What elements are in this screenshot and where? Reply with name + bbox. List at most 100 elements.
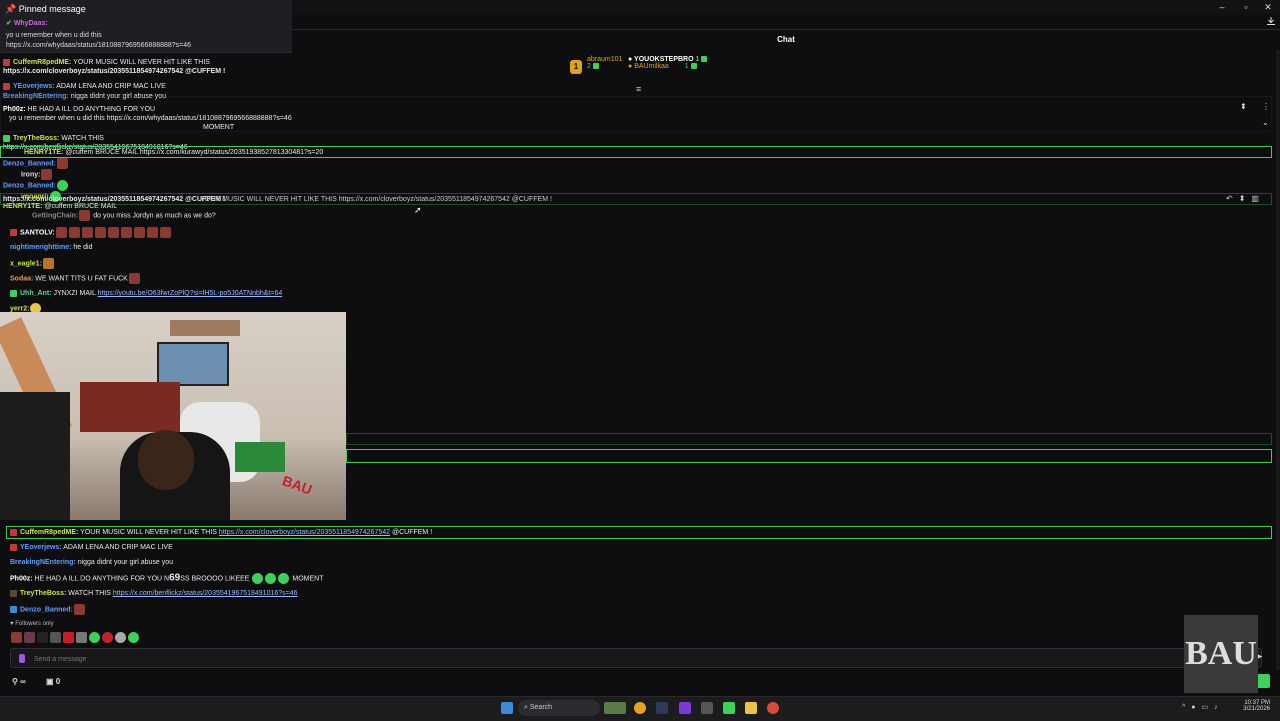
leaderboard-first[interactable]: abraum101 2 [587,56,622,70]
chat-line: TreyTheBoss: WATCH THIS https://x.com/be… [10,589,910,598]
webcam-overlay: BAU [0,312,346,520]
emote-button[interactable] [11,632,22,643]
app-icon[interactable] [701,702,713,714]
chat-username[interactable]: Uhh_Ant: [20,290,52,297]
volume-icon[interactable]: ♪ [1214,704,1224,711]
chat-username[interactable]: GettingChain: [32,212,78,219]
emote-button[interactable] [37,632,48,643]
chat-text: he did [73,244,93,251]
chat-link[interactable]: https://x.com/cloverboyz/status/20355118… [219,529,390,536]
leaderboard-mid[interactable]: ● YOUOKSTEPBRO 1 ● BAUmilkaa 1 [628,56,708,70]
chrome-icon[interactable] [634,702,646,714]
emote [55,227,67,238]
tv-screen [157,342,229,386]
chat-text: JYNXZI MAIL [53,290,96,297]
emote-button[interactable] [128,632,139,643]
emote-button[interactable] [115,632,126,643]
chat-username[interactable]: nightimerighttime: [10,244,71,251]
emote [94,227,106,238]
chat-username[interactable]: Denzo_Banned: [3,182,56,189]
chat-text[interactable]: https://x.com/cloverboyz/status/20355118… [3,196,225,203]
chat-username[interactable]: Denzo_Banned: [20,606,73,613]
chat-text: ADAM LENA AND CRIP MAC LIVE [63,544,173,551]
chat-button[interactable] [1256,674,1270,688]
emote-button[interactable] [50,632,61,643]
chat-username[interactable]: YEoverjews: [13,83,55,90]
chat-username[interactable]: TreyTheBoss: [20,590,66,597]
file-explorer-icon[interactable] [745,702,757,714]
pin-icon: 📌 [5,4,17,14]
viewers-display[interactable]: ▣ 0 [46,677,60,686]
discord-icon[interactable] [679,702,691,714]
chevron-up-icon[interactable]: ^ [1182,704,1191,711]
chat-line: TreyTheBoss: WATCH THIS [3,134,563,143]
emote-button[interactable] [63,632,74,643]
left-chair [0,392,70,520]
kick-icon[interactable] [723,702,735,714]
network-icon[interactable]: ▭ [1202,704,1215,711]
start-icon[interactable] [501,702,513,714]
chat-line: https://x.com/cloverboyz/status/20355118… [3,67,563,76]
chat-username[interactable]: HENRY1TE: [24,149,63,156]
chat-username[interactable]: Denzo_Banned: [3,160,56,167]
leader-row[interactable]: ● YOUOKSTEPBRO 1 [628,56,708,63]
reply-preview[interactable]: YOUR MUSIC WILL NEVER HIT LIKE THIS http… [200,195,552,204]
pinned-link[interactable]: https://x.com/whydaas/status/18108879695… [6,41,286,51]
chat-username[interactable]: Ph00z: [10,575,33,582]
taskbar-search[interactable]: ⌕ Search [518,700,600,716]
chat-username[interactable]: BreakingNEntering: [10,559,76,566]
chat-scrollbar[interactable] [1276,50,1280,670]
download-icon[interactable] [1266,16,1276,26]
chat-username[interactable]: x_eagle1: [10,260,42,267]
search-highlight-icon[interactable] [604,702,626,714]
points-display[interactable]: ⚲ ∞ [12,677,26,686]
leader-row[interactable]: ● BAUmilkaa 1 [628,63,707,70]
filter-icon[interactable]: ≡ [636,84,641,94]
badge-icon [10,229,17,236]
emote-picker-icon[interactable] [19,654,25,663]
chat-line: GettingChain: do you miss Jordyn as much… [32,210,410,221]
steam-icon[interactable] [656,702,668,714]
message-actions[interactable]: ↶⬍▥ [1226,194,1265,203]
send-message-input[interactable] [32,651,1136,667]
close-button[interactable]: ✕ [1258,1,1278,13]
reply-icon[interactable]: ↶ [1226,194,1239,203]
chat-text[interactable]: https://x.com/cloverboyz/status/20355118… [3,68,225,75]
chat-link[interactable]: https://x.com/benflickz/status/203554196… [113,590,298,597]
browser-icon[interactable] [767,702,779,714]
chat-username[interactable]: CuffemR8pedME: [20,529,78,536]
emote-button[interactable] [24,632,35,643]
clock[interactable]: 10:37 PM 3/21/2026 [1238,700,1270,712]
pinned-user-text[interactable]: WhyDaas: [14,20,48,27]
emote-button[interactable] [89,632,100,643]
chat-username[interactable]: TreyTheBoss: [13,135,59,142]
emote-button[interactable] [76,632,87,643]
chat-username[interactable]: SANTOLV: [20,229,55,236]
chat-text: SS BROOOO LIKEEE [180,575,250,583]
chat-username[interactable]: YEoverjews: [20,544,62,551]
pinned-message-title: 📌 Pinned message [5,4,86,15]
chat-link[interactable]: https://youtu.be/O63fwrZoPlQ?si=lH5L-po5… [98,290,283,297]
chat-line: CuffemR8pedME: YOUR MUSIC WILL NEVER HIT… [10,528,910,537]
chat-line: Sodaa: WE WANT TITS U FAT FUCK [10,273,410,284]
emote-quickbar [10,632,140,643]
chat-username[interactable]: CuffemR8pedME: [13,59,71,66]
maximize-button[interactable]: ▫ [1236,1,1256,13]
emote-button[interactable] [102,632,113,643]
pinned-username[interactable]: ✔ WhyDaas: [6,19,48,27]
chat-line: https://x.com/cloverboyz/status/20355118… [3,195,225,204]
leader-first-name[interactable]: abraum101 [587,56,622,63]
mic-icon[interactable]: ● [1191,704,1201,711]
system-tray[interactable]: ^●▭♪ [1182,703,1224,711]
chat-line: x_eagle1: [10,258,410,269]
chat-line: YEoverjews: ADAM LENA AND CRIP MAC LIVE [10,543,910,552]
chat-line: Uhh_Ant: JYNXZI MAIL https://youtu.be/O6… [10,289,410,298]
delete-icon[interactable]: ▥ [1251,194,1265,203]
chat-username[interactable]: Irony: [21,171,40,178]
chat-line: Irony: [21,169,203,180]
minimize-button[interactable]: – [1212,1,1232,13]
followers-only-label: ♥ Followers only [10,621,54,627]
pin-action-icon[interactable]: ⬍ [1239,194,1252,203]
chat-username[interactable]: Sodaa: [10,275,33,282]
badge-icon [10,528,17,536]
